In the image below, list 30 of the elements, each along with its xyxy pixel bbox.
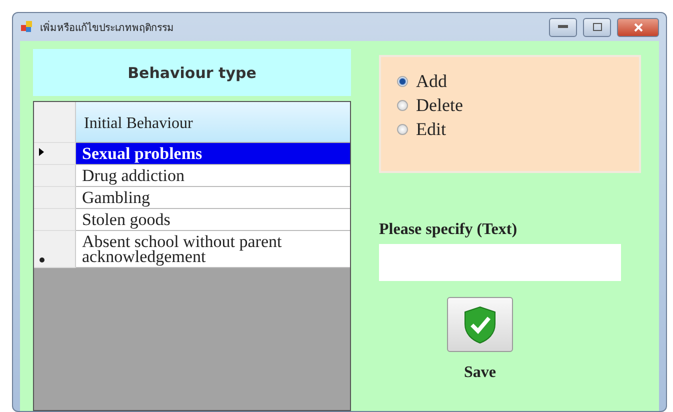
radio-option[interactable]: Edit <box>397 119 639 140</box>
table-cell[interactable]: Sexual problems <box>76 143 350 165</box>
radio-option[interactable]: Add <box>397 71 639 92</box>
minimize-icon <box>558 25 568 29</box>
section-heading: Behaviour type <box>33 49 351 96</box>
save-button[interactable] <box>447 297 513 352</box>
close-icon <box>634 22 642 32</box>
corner-header <box>34 102 76 143</box>
column-header[interactable]: Initial Behaviour <box>76 102 350 143</box>
radio-label: Add <box>416 71 447 92</box>
radio-label: Edit <box>416 119 446 140</box>
minimize-button[interactable] <box>549 18 577 36</box>
radio-label: Delete <box>416 95 463 116</box>
input-field[interactable] <box>379 244 621 281</box>
window-title: เพิ่มหรือแก้ไขประเภทพฤติกรรม <box>40 20 175 34</box>
table-cell[interactable]: Gambling <box>76 187 350 209</box>
close-button[interactable] <box>617 18 659 36</box>
current-row-icon <box>39 148 44 156</box>
field-label: Please specify (Text) <box>379 221 518 239</box>
row-header[interactable] <box>34 143 76 165</box>
table-cell[interactable]: Absent school without parent acknowledgement <box>76 231 350 268</box>
radio-option[interactable]: Delete <box>397 95 639 116</box>
shield-check-icon <box>463 306 497 344</box>
app-icon <box>20 20 34 34</box>
save-label: Save <box>464 364 496 382</box>
maximize-icon <box>592 23 602 31</box>
table-cell[interactable]: Stolen goods <box>76 209 350 231</box>
new-row-icon <box>39 257 45 263</box>
table-cell[interactable]: Drug addiction <box>76 165 350 187</box>
maximize-button[interactable] <box>583 18 611 36</box>
